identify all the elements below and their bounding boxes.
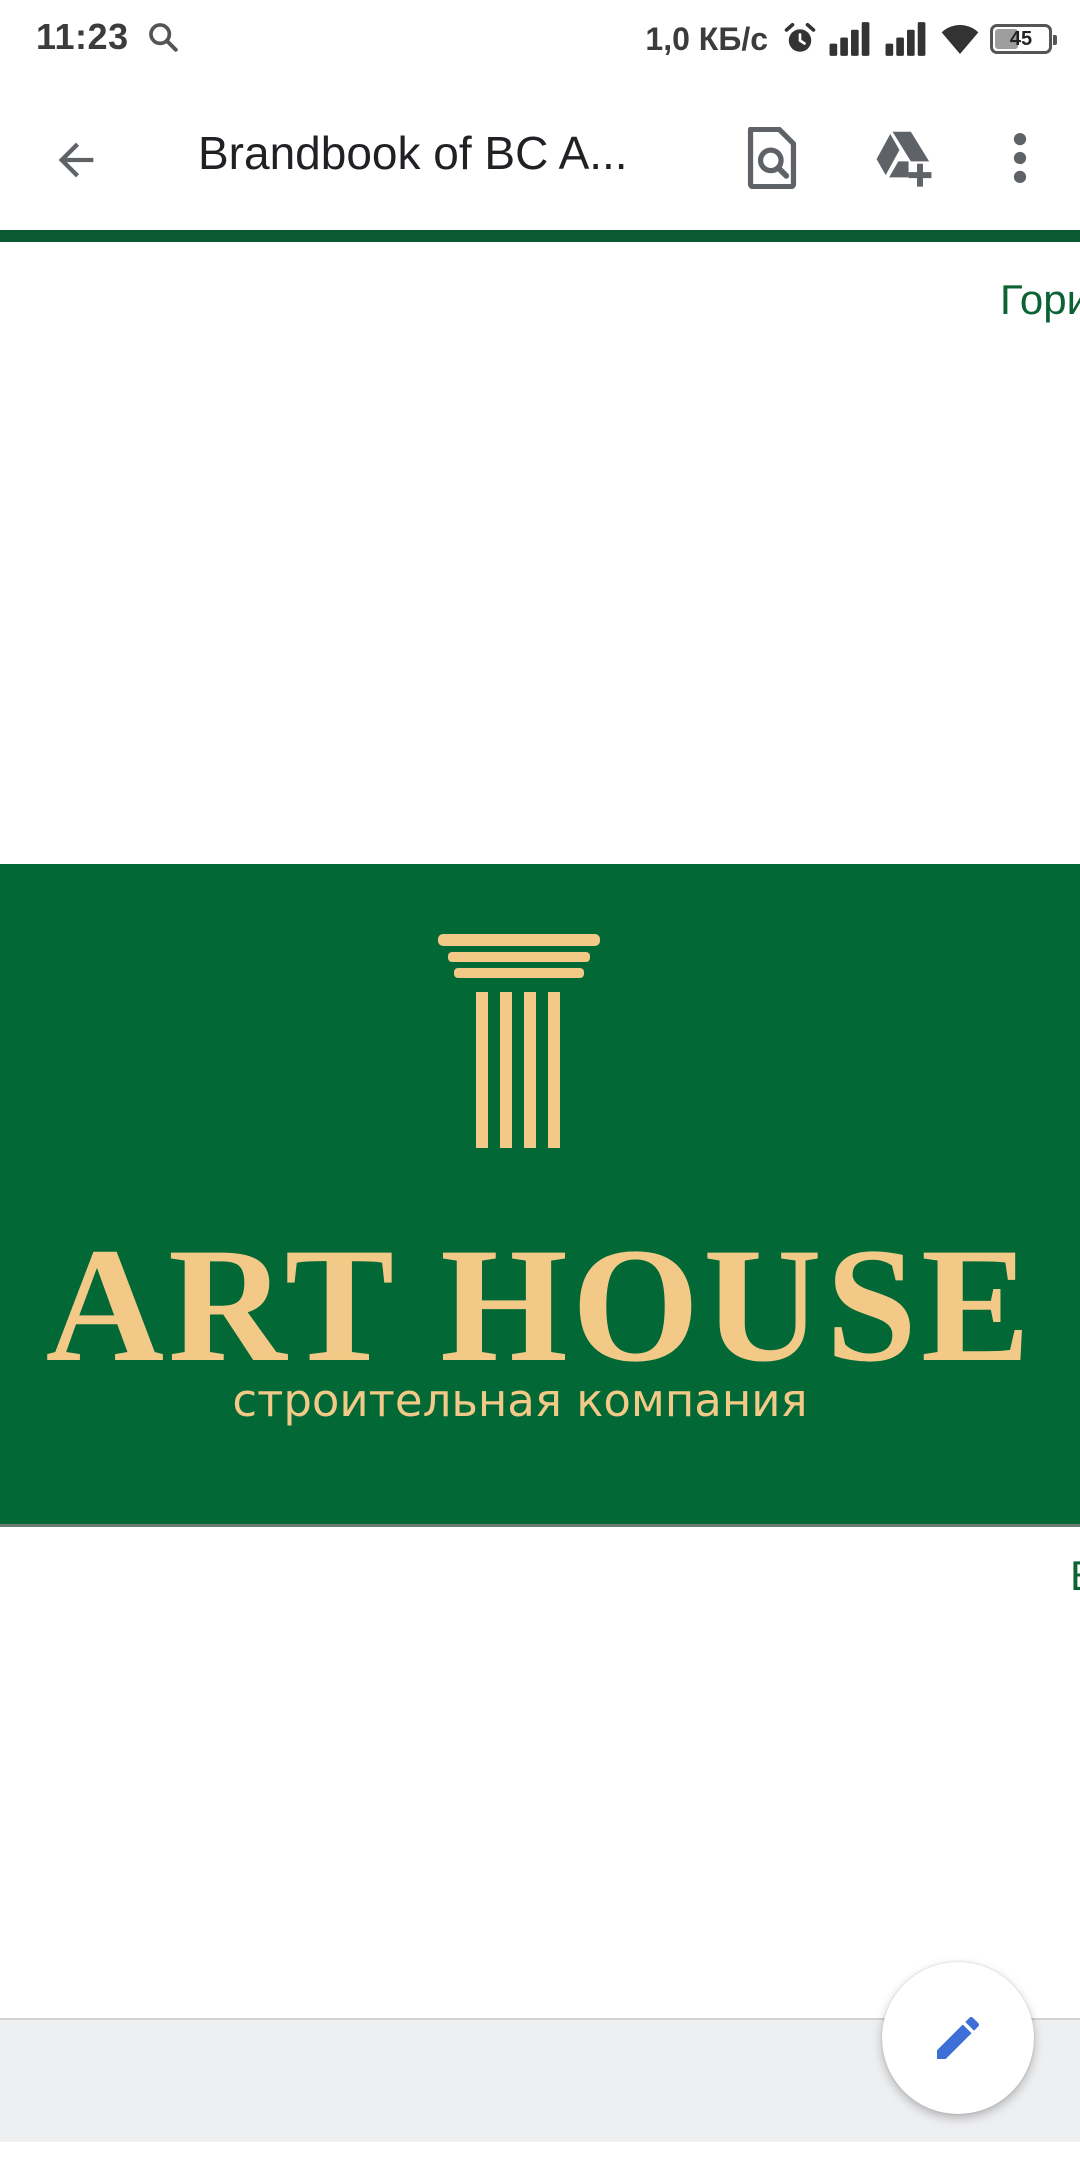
page-text-fragment: Гори bbox=[1000, 276, 1080, 323]
status-time: 11:23 bbox=[36, 16, 129, 57]
signal-icon bbox=[829, 22, 870, 56]
brand-tagline: строительная компания bbox=[232, 1374, 808, 1427]
column-logo-icon bbox=[438, 934, 600, 1148]
app-toolbar: Brandbook of BC A... bbox=[0, 76, 1080, 230]
page-text-fragment-bottom: В bbox=[1070, 1552, 1080, 1600]
more-vert-icon bbox=[1013, 132, 1027, 184]
edit-fab-button[interactable] bbox=[882, 1962, 1034, 2114]
status-indicators: 1,0 КБ/с 45 bbox=[645, 14, 1057, 64]
back-arrow-icon bbox=[58, 142, 94, 178]
document-title: Brandbook of BC A... bbox=[198, 127, 628, 179]
find-in-page-icon bbox=[747, 127, 797, 189]
signal-icon bbox=[885, 22, 926, 56]
edit-pencil-icon bbox=[937, 2017, 979, 2059]
toolbar-accent-rule bbox=[0, 230, 1080, 242]
network-speed: 1,0 КБ/с bbox=[645, 20, 768, 57]
document-viewport[interactable]: Гори ART HOUSE строительная компания В bbox=[0, 242, 1080, 2018]
battery-icon: 45 bbox=[990, 24, 1057, 54]
search-icon bbox=[149, 23, 178, 52]
alarm-icon bbox=[784, 22, 816, 52]
brand-logo-banner: ART HOUSE строительная компания bbox=[0, 864, 1080, 1527]
wifi-icon bbox=[941, 25, 979, 54]
back-button[interactable] bbox=[36, 120, 116, 200]
status-bar: 11:23 1,0 КБ/с 45 bbox=[0, 0, 1080, 76]
system-nav-area bbox=[0, 2142, 1080, 2160]
drive-add-icon bbox=[876, 131, 932, 187]
more-options-button[interactable] bbox=[978, 116, 1062, 200]
brand-name: ART HOUSE bbox=[45, 1215, 1035, 1396]
find-in-page-button[interactable] bbox=[730, 116, 814, 200]
add-to-drive-button[interactable] bbox=[862, 116, 946, 200]
battery-percent: 45 bbox=[1009, 27, 1033, 50]
